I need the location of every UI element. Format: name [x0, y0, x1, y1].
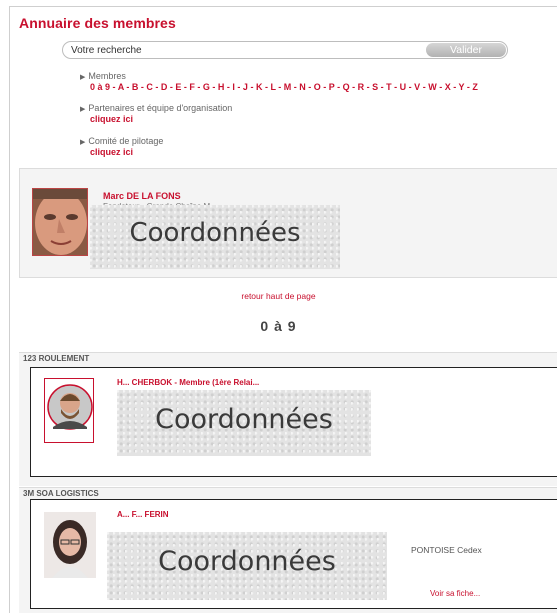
member-name[interactable]: Marc DE LA FONS: [103, 191, 181, 201]
member-card: A... F... FERIN Coordonnées PONTOISE Ced…: [30, 499, 557, 609]
contact-overlay: Coordonnées: [107, 532, 387, 600]
member-photo[interactable]: [32, 188, 88, 256]
contact-overlay-label: Coordonnées: [129, 218, 301, 248]
alphabet-separator: -: [436, 82, 445, 92]
alphabet-separator: -: [152, 82, 161, 92]
member-card: H... CHERBOK - Membre (1ère Relai... Coo…: [30, 367, 557, 477]
alphabet-separator: -: [406, 82, 415, 92]
member-name[interactable]: A... F... FERIN: [117, 510, 169, 519]
alphabet-separator: -: [364, 82, 373, 92]
alphabet-separator: -: [320, 82, 329, 92]
member-photo[interactable]: [44, 378, 94, 443]
member-city: PONTOISE Cedex: [411, 545, 482, 555]
members-label: Membres: [88, 71, 126, 81]
company-header: 123 ROULEMENT: [19, 352, 557, 364]
committee-directory: ▶ Comité de pilotage cliquez ici: [80, 136, 163, 157]
alphabet-separator: -: [247, 82, 256, 92]
alphabet-letter-link[interactable]: 0 à 9: [90, 82, 110, 92]
alphabet-separator: -: [110, 82, 118, 92]
alphabet-index: 0 à 9 - A - B - C - D - E - F - G - H - …: [80, 82, 478, 92]
search-bar: Valider: [62, 41, 508, 59]
committee-label: Comité de pilotage: [88, 136, 164, 146]
page-title: Annuaire des membres: [19, 15, 176, 31]
alphabet-separator: -: [123, 82, 132, 92]
contact-overlay-label: Coordonnées: [155, 404, 333, 435]
alphabet-separator: -: [334, 82, 343, 92]
triangle-right-icon: ▶: [80, 74, 86, 81]
alphabet-separator: -: [209, 82, 218, 92]
view-profile-link[interactable]: Voir sa fiche...: [430, 589, 480, 598]
committee-link[interactable]: cliquez ici: [80, 147, 163, 157]
triangle-right-icon: ▶: [80, 139, 86, 146]
alphabet-separator: -: [305, 82, 314, 92]
alphabet-letter-link[interactable]: Q: [343, 82, 350, 92]
alphabet-separator: -: [450, 82, 459, 92]
contact-overlay: Coordonnées: [90, 205, 340, 269]
partners-link[interactable]: cliquez ici: [80, 114, 232, 124]
alphabet-separator: -: [349, 82, 358, 92]
member-name[interactable]: H... CHERBOK - Membre (1ère Relai...: [117, 378, 259, 387]
partners-label: Partenaires et équipe d'organisation: [88, 103, 233, 113]
members-directory: ▶ Membres 0 à 9 - A - B - C - D - E - F -…: [80, 71, 478, 92]
alphabet-separator: -: [391, 82, 400, 92]
featured-member-card: Marc DE LA FONS Fondateur - Grande Chaîn…: [19, 168, 557, 278]
alphabet-separator: -: [275, 82, 284, 92]
section-title: 0 à 9: [260, 318, 297, 334]
alphabet-letter-link[interactable]: Z: [472, 82, 478, 92]
alphabet-separator: -: [420, 82, 429, 92]
partners-directory: ▶ Partenaires et équipe d'organisation cl…: [80, 103, 232, 124]
contact-overlay: Coordonnées: [117, 390, 371, 456]
alphabet-letter-link[interactable]: O: [314, 82, 321, 92]
alphabet-letter-link[interactable]: W: [428, 82, 437, 92]
search-input[interactable]: [71, 43, 421, 57]
alphabet-separator: -: [194, 82, 203, 92]
triangle-right-icon: ▶: [80, 106, 86, 113]
alphabet-separator: -: [234, 82, 243, 92]
member-photo[interactable]: [44, 512, 96, 578]
company-header: 3M SOA LOGISTICS: [19, 487, 557, 499]
back-to-top-link[interactable]: retour haut de page: [0, 291, 557, 301]
alphabet-letter-link[interactable]: G: [203, 82, 210, 92]
contact-overlay-label: Coordonnées: [158, 546, 336, 577]
search-submit-button[interactable]: Valider: [426, 43, 506, 57]
alphabet-separator: -: [378, 82, 387, 92]
